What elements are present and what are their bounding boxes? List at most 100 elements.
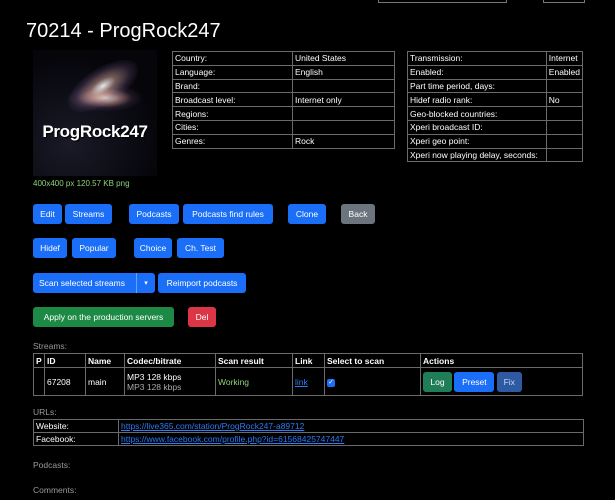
info-row: Xperi broadcast ID: — [407, 119, 584, 135]
info-value: Internet — [545, 51, 584, 66]
info-row: Enabled: Enabled — [407, 64, 584, 80]
info-row: Genres: Rock — [172, 133, 395, 149]
log-button[interactable]: Log — [423, 371, 452, 392]
info-value: United States — [292, 51, 395, 66]
url-label-website: Website: — [33, 419, 119, 433]
info-value — [292, 119, 395, 135]
chevron-down-icon[interactable]: ▾ — [136, 273, 155, 293]
page-title: 70214 - ProgRock247 — [26, 20, 221, 42]
urls-section-label: URLs: — [33, 407, 57, 417]
hidef-button[interactable]: Hidef — [33, 238, 67, 258]
info-row: Part time period, days: — [407, 78, 584, 94]
info-value — [545, 133, 584, 149]
stream-scan-result: Working — [215, 367, 293, 396]
info-label: Enabled: — [407, 64, 547, 80]
streams-section-label: Streams: — [33, 341, 68, 351]
info-label: Genres: — [172, 133, 293, 149]
top-control-left[interactable] — [378, 0, 507, 3]
station-info-table: Country: United States Language: English Bra… — [172, 51, 395, 149]
info-row: Country: United States — [172, 51, 395, 66]
info-label: Geo-blocked countries: — [407, 106, 547, 121]
streams-button[interactable]: Streams — [65, 204, 112, 224]
col-header-actions: Actions — [420, 353, 583, 368]
col-header-id: ID — [44, 353, 86, 368]
image-info: 400x400 px 120.57 KB png — [33, 179, 130, 188]
podcasts-button[interactable]: Podcasts — [129, 204, 179, 224]
info-value — [292, 78, 395, 94]
codec-secondary: MP3 128 kbps — [127, 381, 182, 392]
podcasts-section-label: Podcasts: — [33, 460, 71, 470]
edit-button[interactable]: Edit — [33, 204, 62, 224]
galaxy-image — [59, 50, 147, 123]
url-label-facebook: Facebook: — [33, 432, 119, 446]
info-row: Geo-blocked countries: — [407, 106, 584, 121]
info-value — [545, 119, 584, 135]
choice-button[interactable]: Choice — [134, 238, 172, 258]
stream-name: main — [85, 367, 125, 396]
facebook-link[interactable]: https://www.facebook.com/profile.php?id=… — [121, 434, 344, 444]
popular-button[interactable]: Popular — [72, 238, 116, 258]
scan-selected-streams-button[interactable]: Scan selected streams ▾ — [33, 273, 155, 293]
info-row: Brand: — [172, 78, 395, 94]
info-row: Xperi geo point: — [407, 133, 584, 149]
info-label: Transmission: — [407, 51, 547, 66]
col-header-select: Select to scan — [324, 353, 421, 368]
col-header-name: Name — [85, 353, 125, 368]
streams-header-row: P ID Name Codec/bitrate Scan result Link… — [33, 353, 583, 368]
stream-id: 67208 — [44, 367, 86, 396]
website-link[interactable]: https://live365.com/station/ProgRock247-… — [121, 421, 304, 431]
col-header-codec: Codec/bitrate — [124, 353, 216, 368]
url-value-facebook: https://www.facebook.com/profile.php?id=… — [118, 432, 584, 446]
stream-link[interactable]: link — [295, 377, 308, 387]
table-row: 67208 main MP3 128 kbps MP3 128 kbps Wor… — [33, 367, 583, 396]
station-logo: ProgRock247 — [33, 50, 157, 176]
table-row: Website: https://live365.com/station/Pro… — [33, 419, 584, 433]
info-row: Regions: — [172, 106, 395, 121]
info-value — [545, 78, 584, 94]
stream-select-cell: ✓ — [324, 367, 421, 396]
info-label: Part time period, days: — [407, 78, 547, 94]
apply-production-button[interactable]: Apply on the production servers — [33, 307, 174, 327]
col-header-scan-result: Scan result — [215, 353, 293, 368]
info-value: Rock — [292, 133, 395, 149]
back-button[interactable]: Back — [341, 204, 375, 224]
info-label: Language: — [172, 64, 293, 80]
delete-button[interactable]: Del — [188, 307, 216, 327]
col-header-link: Link — [292, 353, 325, 368]
podcasts-find-rules-button[interactable]: Podcasts find rules — [183, 204, 273, 224]
clone-button[interactable]: Clone — [288, 204, 326, 224]
col-header-p: P — [33, 353, 45, 368]
info-label: Country: — [172, 51, 293, 66]
info-label: Regions: — [172, 106, 293, 121]
info-value — [545, 147, 584, 163]
stream-link-cell: link — [292, 367, 325, 396]
info-label: Xperi broadcast ID: — [407, 119, 547, 135]
logo-text: ProgRock247 — [42, 122, 148, 141]
preset-button[interactable]: Preset — [454, 371, 495, 392]
urls-table: Website: https://live365.com/station/Pro… — [33, 419, 584, 446]
info-row: Language: English — [172, 64, 395, 80]
info-label: Cities: — [172, 119, 293, 135]
stream-actions: Log Preset Fix — [420, 367, 583, 396]
stream-codec: MP3 128 kbps MP3 128 kbps — [124, 367, 216, 396]
info-value: Enabled — [545, 64, 584, 80]
select-to-scan-checkbox[interactable]: ✓ — [327, 379, 335, 387]
info-value — [292, 106, 395, 121]
info-value: Internet only — [292, 92, 395, 108]
info-label: Hidef radio rank: — [407, 92, 547, 108]
top-control-right[interactable] — [543, 0, 585, 3]
info-value: No — [545, 92, 584, 108]
url-value-website: https://live365.com/station/ProgRock247-… — [118, 419, 584, 433]
reimport-podcasts-button[interactable]: Reimport podcasts — [158, 273, 246, 293]
codec-primary: MP3 128 kbps — [127, 371, 182, 382]
ch-test-button[interactable]: Ch. Test — [177, 238, 224, 258]
info-label: Brand: — [172, 78, 293, 94]
stream-p — [33, 367, 45, 396]
info-label: Xperi now playing delay, seconds: — [407, 147, 547, 163]
table-row: Facebook: https://www.facebook.com/profi… — [33, 432, 584, 446]
fix-button[interactable]: Fix — [496, 371, 522, 392]
info-label: Broadcast level: — [172, 92, 293, 108]
scan-selected-streams-label: Scan selected streams — [39, 278, 125, 288]
info-value: English — [292, 64, 395, 80]
comments-section-label: Comments: — [33, 485, 77, 495]
